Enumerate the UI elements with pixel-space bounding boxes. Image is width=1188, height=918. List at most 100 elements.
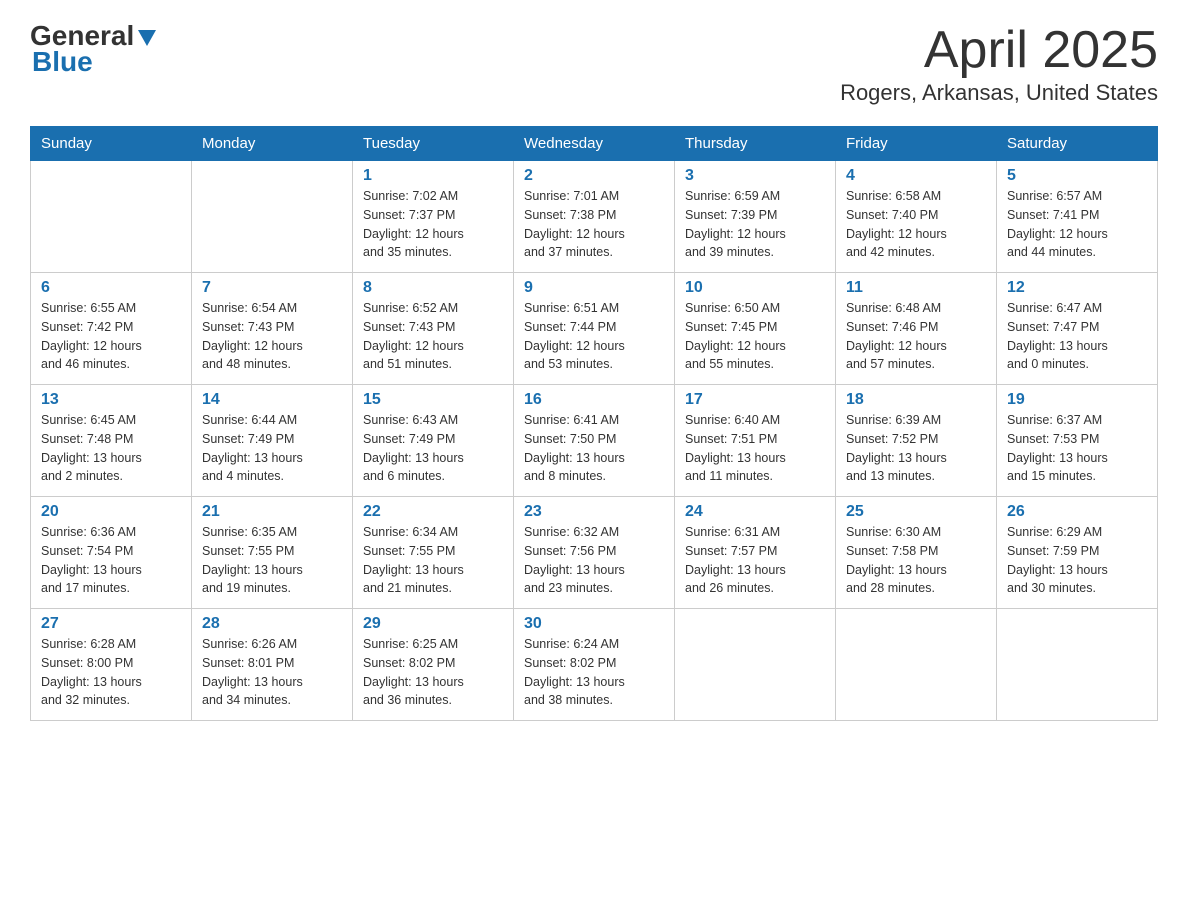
calendar-cell: 14 Sunrise: 6:44 AM Sunset: 7:49 PM Dayli… — [192, 385, 353, 497]
calendar-cell: 28 Sunrise: 6:26 AM Sunset: 8:01 PM Dayli… — [192, 609, 353, 721]
calendar-cell: 21 Sunrise: 6:35 AM Sunset: 7:55 PM Dayli… — [192, 497, 353, 609]
day-number: 25 — [846, 503, 986, 521]
day-number: 15 — [363, 391, 503, 409]
day-info: Sunrise: 6:39 AM Sunset: 7:52 PM Dayligh… — [846, 411, 986, 486]
calendar-cell: 11 Sunrise: 6:48 AM Sunset: 7:46 PM Dayli… — [836, 273, 997, 385]
day-info: Sunrise: 6:57 AM Sunset: 7:41 PM Dayligh… — [1007, 187, 1147, 262]
day-info: Sunrise: 6:36 AM Sunset: 7:54 PM Dayligh… — [41, 523, 181, 598]
calendar-cell — [675, 609, 836, 721]
calendar-cell: 29Sunrise: 6:25 AM Sunset: 8:02 PM Dayli… — [353, 609, 514, 721]
calendar-table: SundayMondayTuesdayWednesdayThursdayFrid… — [30, 126, 1158, 721]
day-info: Sunrise: 6:45 AM Sunset: 7:48 PM Dayligh… — [41, 411, 181, 486]
day-number: 4 — [846, 167, 986, 185]
calendar-day-header: Saturday — [997, 127, 1158, 161]
day-info: Sunrise: 6:28 AM Sunset: 8:00 PM Dayligh… — [41, 635, 181, 710]
day-info: Sunrise: 7:02 AM Sunset: 7:37 PM Dayligh… — [363, 187, 503, 262]
title-section: April 2025 Rogers, Arkansas, United Stat… — [840, 20, 1158, 106]
day-info: Sunrise: 6:43 AM Sunset: 7:49 PM Dayligh… — [363, 411, 503, 486]
day-number: 6 — [41, 279, 181, 297]
day-number: 8 — [363, 279, 503, 297]
calendar-cell: 23 Sunrise: 6:32 AM Sunset: 7:56 PM Dayli… — [514, 497, 675, 609]
day-number: 30 — [524, 615, 664, 633]
logo-text-blue: Blue — [32, 46, 93, 78]
day-info: Sunrise: 7:01 AM Sunset: 7:38 PM Dayligh… — [524, 187, 664, 262]
calendar-cell: 17 Sunrise: 6:40 AM Sunset: 7:51 PM Dayli… — [675, 385, 836, 497]
location: Rogers, Arkansas, United States — [840, 80, 1158, 106]
calendar-week-row: 6 Sunrise: 6:55 AM Sunset: 7:42 PM Daylig… — [31, 273, 1158, 385]
day-info: Sunrise: 6:52 AM Sunset: 7:43 PM Dayligh… — [363, 299, 503, 374]
day-info: Sunrise: 6:41 AM Sunset: 7:50 PM Dayligh… — [524, 411, 664, 486]
calendar-header-row: SundayMondayTuesdayWednesdayThursdayFrid… — [31, 127, 1158, 161]
day-info: Sunrise: 6:50 AM Sunset: 7:45 PM Dayligh… — [685, 299, 825, 374]
calendar-cell: 12 Sunrise: 6:47 AM Sunset: 7:47 PM Dayli… — [997, 273, 1158, 385]
day-number: 12 — [1007, 279, 1147, 297]
calendar-cell: 2 Sunrise: 7:01 AM Sunset: 7:38 PM Daylig… — [514, 161, 675, 273]
day-info: Sunrise: 6:47 AM Sunset: 7:47 PM Dayligh… — [1007, 299, 1147, 374]
calendar-cell: 13 Sunrise: 6:45 AM Sunset: 7:48 PM Dayli… — [31, 385, 192, 497]
calendar-cell: 26Sunrise: 6:29 AM Sunset: 7:59 PM Dayli… — [997, 497, 1158, 609]
day-number: 23 — [524, 503, 664, 521]
day-info: Sunrise: 6:30 AM Sunset: 7:58 PM Dayligh… — [846, 523, 986, 598]
day-info: Sunrise: 6:32 AM Sunset: 7:56 PM Dayligh… — [524, 523, 664, 598]
day-number: 28 — [202, 615, 342, 633]
page-header: General Blue April 2025 Rogers, Arkansas… — [30, 20, 1158, 106]
calendar-week-row: 1 Sunrise: 7:02 AM Sunset: 7:37 PM Daylig… — [31, 161, 1158, 273]
day-number: 26 — [1007, 503, 1147, 521]
day-number: 1 — [363, 167, 503, 185]
calendar-cell: 15 Sunrise: 6:43 AM Sunset: 7:49 PM Dayli… — [353, 385, 514, 497]
day-number: 3 — [685, 167, 825, 185]
day-info: Sunrise: 6:35 AM Sunset: 7:55 PM Dayligh… — [202, 523, 342, 598]
calendar-day-header: Friday — [836, 127, 997, 161]
calendar-cell: 7 Sunrise: 6:54 AM Sunset: 7:43 PM Daylig… — [192, 273, 353, 385]
calendar-cell — [31, 161, 192, 273]
calendar-cell: 19 Sunrise: 6:37 AM Sunset: 7:53 PM Dayli… — [997, 385, 1158, 497]
day-number: 21 — [202, 503, 342, 521]
calendar-cell: 25 Sunrise: 6:30 AM Sunset: 7:58 PM Dayli… — [836, 497, 997, 609]
calendar-cell: 22Sunrise: 6:34 AM Sunset: 7:55 PM Dayli… — [353, 497, 514, 609]
logo: General Blue — [30, 20, 158, 78]
day-info: Sunrise: 6:48 AM Sunset: 7:46 PM Dayligh… — [846, 299, 986, 374]
calendar-day-header: Monday — [192, 127, 353, 161]
calendar-week-row: 13 Sunrise: 6:45 AM Sunset: 7:48 PM Dayli… — [31, 385, 1158, 497]
day-number: 11 — [846, 279, 986, 297]
calendar-cell: 1 Sunrise: 7:02 AM Sunset: 7:37 PM Daylig… — [353, 161, 514, 273]
day-number: 2 — [524, 167, 664, 185]
day-number: 29 — [363, 615, 503, 633]
calendar-day-header: Sunday — [31, 127, 192, 161]
day-number: 18 — [846, 391, 986, 409]
day-info: Sunrise: 6:55 AM Sunset: 7:42 PM Dayligh… — [41, 299, 181, 374]
day-info: Sunrise: 6:54 AM Sunset: 7:43 PM Dayligh… — [202, 299, 342, 374]
calendar-cell: 27 Sunrise: 6:28 AM Sunset: 8:00 PM Dayli… — [31, 609, 192, 721]
day-number: 17 — [685, 391, 825, 409]
day-info: Sunrise: 6:37 AM Sunset: 7:53 PM Dayligh… — [1007, 411, 1147, 486]
calendar-cell: 3 Sunrise: 6:59 AM Sunset: 7:39 PM Daylig… — [675, 161, 836, 273]
day-number: 9 — [524, 279, 664, 297]
calendar-cell: 20Sunrise: 6:36 AM Sunset: 7:54 PM Dayli… — [31, 497, 192, 609]
calendar-cell — [836, 609, 997, 721]
calendar-cell: 5 Sunrise: 6:57 AM Sunset: 7:41 PM Daylig… — [997, 161, 1158, 273]
calendar-cell — [997, 609, 1158, 721]
day-number: 13 — [41, 391, 181, 409]
day-number: 19 — [1007, 391, 1147, 409]
day-info: Sunrise: 6:59 AM Sunset: 7:39 PM Dayligh… — [685, 187, 825, 262]
day-info: Sunrise: 6:40 AM Sunset: 7:51 PM Dayligh… — [685, 411, 825, 486]
day-number: 7 — [202, 279, 342, 297]
day-info: Sunrise: 6:24 AM Sunset: 8:02 PM Dayligh… — [524, 635, 664, 710]
day-info: Sunrise: 6:58 AM Sunset: 7:40 PM Dayligh… — [846, 187, 986, 262]
calendar-cell: 30 Sunrise: 6:24 AM Sunset: 8:02 PM Dayli… — [514, 609, 675, 721]
day-number: 27 — [41, 615, 181, 633]
day-number: 14 — [202, 391, 342, 409]
calendar-cell — [192, 161, 353, 273]
day-info: Sunrise: 6:44 AM Sunset: 7:49 PM Dayligh… — [202, 411, 342, 486]
calendar-cell: 16Sunrise: 6:41 AM Sunset: 7:50 PM Dayli… — [514, 385, 675, 497]
day-info: Sunrise: 6:34 AM Sunset: 7:55 PM Dayligh… — [363, 523, 503, 598]
day-info: Sunrise: 6:26 AM Sunset: 8:01 PM Dayligh… — [202, 635, 342, 710]
calendar-day-header: Tuesday — [353, 127, 514, 161]
day-number: 24 — [685, 503, 825, 521]
day-info: Sunrise: 6:51 AM Sunset: 7:44 PM Dayligh… — [524, 299, 664, 374]
calendar-cell: 9 Sunrise: 6:51 AM Sunset: 7:44 PM Daylig… — [514, 273, 675, 385]
calendar-week-row: 20Sunrise: 6:36 AM Sunset: 7:54 PM Dayli… — [31, 497, 1158, 609]
calendar-cell: 6 Sunrise: 6:55 AM Sunset: 7:42 PM Daylig… — [31, 273, 192, 385]
day-number: 5 — [1007, 167, 1147, 185]
calendar-day-header: Thursday — [675, 127, 836, 161]
